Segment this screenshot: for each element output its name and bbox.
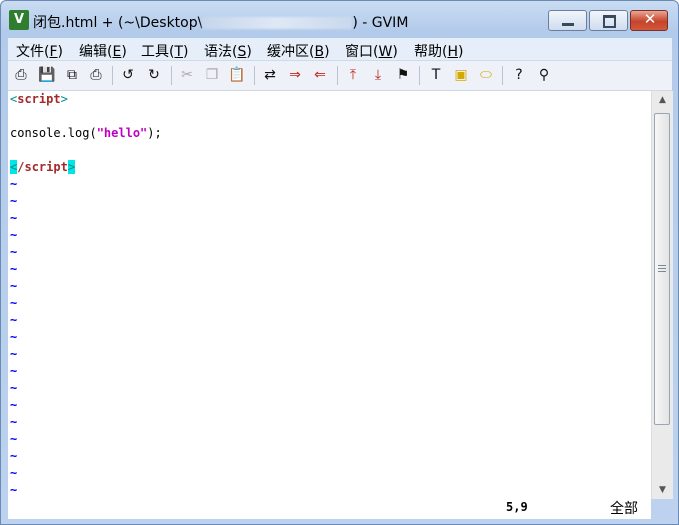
toolbar: ⎙ 💾 ⧉ ⎙ ↺ ↻ ✂ ❐ 📋 ⇄ ⇒ ⇐ ⤒ ⤓ ⚑ T ▣ ⬭ ? ⚲ [8, 61, 672, 91]
replace-icon[interactable]: ⇄ [260, 65, 280, 85]
blurred-path [202, 17, 353, 29]
menu-edit[interactable]: 编辑(E) [79, 41, 127, 61]
toolbar-separator [337, 66, 338, 85]
title-bar[interactable]: V 闭包.html + (~\Desktop\ ) - GVIM ✕ [1, 1, 678, 37]
menu-syntax[interactable]: 语法(S) [204, 41, 252, 61]
toolbar-separator [171, 66, 172, 85]
empty-line-marker: ~ [10, 415, 18, 429]
toolbar-separator [254, 66, 255, 85]
menu-window[interactable]: 窗口(W) [345, 41, 398, 61]
empty-line-marker: ~ [10, 279, 18, 293]
menu-bar: 文件(F) 编辑(E) 工具(T) 语法(S) 缓冲区(B) 窗口(W) 帮助(… [8, 38, 672, 61]
empty-line-marker: ~ [10, 313, 18, 327]
tag-jump-icon[interactable]: ⬭ [476, 65, 496, 85]
minimize-icon [562, 23, 574, 26]
vertical-scrollbar[interactable]: ▲ ▼ [651, 91, 673, 499]
window-title-prefix: 闭包.html + (~\Desktop\ [33, 15, 203, 31]
open-file-icon[interactable]: ⎙ [11, 65, 31, 85]
menu-file[interactable]: 文件(F) [16, 41, 63, 61]
scroll-up-icon[interactable]: ▲ [652, 91, 673, 109]
status-line: 5,9 全部 [8, 499, 651, 519]
print-icon[interactable]: ⎙ [86, 65, 106, 85]
window-title: 闭包.html + (~\Desktop\ ) - GVIM [33, 12, 408, 32]
code-line-1: <script> [10, 92, 68, 106]
copy-icon[interactable]: ❐ [202, 65, 222, 85]
cursor-position: 5,9 [506, 500, 528, 514]
find-prev-icon[interactable]: ⇐ [310, 65, 330, 85]
save-session-icon[interactable]: ⤓ [368, 65, 388, 85]
window-title-suffix: ) - GVIM [352, 15, 409, 31]
scroll-down-icon[interactable]: ▼ [652, 481, 673, 499]
text-editor-area[interactable]: <script> console.log("hello"); </script>… [8, 91, 651, 499]
maximize-icon [603, 15, 616, 28]
gvim-window: V 闭包.html + (~\Desktop\ ) - GVIM ✕ 文件(F) … [0, 0, 679, 525]
empty-line-marker: ~ [10, 432, 18, 446]
menu-help[interactable]: 帮助(H) [414, 41, 463, 61]
make-icon[interactable]: T [426, 65, 446, 85]
redo-icon[interactable]: ↻ [144, 65, 164, 85]
empty-line-marker: ~ [10, 347, 18, 361]
maximize-button[interactable] [589, 10, 628, 31]
minimize-button[interactable] [548, 10, 587, 31]
load-session-icon[interactable]: ⤒ [343, 65, 363, 85]
empty-line-marker: ~ [10, 466, 18, 480]
close-icon: ✕ [643, 10, 657, 28]
toolbar-separator [112, 66, 113, 85]
cut-icon[interactable]: ✂ [177, 65, 197, 85]
empty-line-marker: ~ [10, 364, 18, 378]
code-line-5: </script> [10, 160, 76, 174]
toolbar-separator [502, 66, 503, 85]
close-button[interactable]: ✕ [630, 10, 668, 31]
find-next-icon[interactable]: ⇒ [285, 65, 305, 85]
scrollbar-thumb[interactable] [654, 113, 670, 425]
empty-line-marker: ~ [10, 211, 18, 225]
scroll-position: 全部 [610, 501, 638, 517]
toolbar-separator [419, 66, 420, 85]
help-icon[interactable]: ? [509, 65, 529, 85]
empty-line-marker: ~ [10, 194, 18, 208]
menu-tools[interactable]: 工具(T) [141, 41, 189, 61]
empty-line-marker: ~ [10, 262, 18, 276]
empty-line-marker: ~ [10, 483, 18, 497]
menu-buffers[interactable]: 缓冲区(B) [267, 41, 330, 61]
save-icon[interactable]: 💾 [37, 65, 57, 85]
code-line-3: console.log("hello"); [10, 126, 162, 140]
vim-app-icon[interactable]: V [9, 10, 29, 30]
empty-line-marker: ~ [10, 177, 18, 191]
empty-line-marker: ~ [10, 245, 18, 259]
empty-line-marker: ~ [10, 381, 18, 395]
paste-icon[interactable]: 📋 [227, 65, 247, 85]
empty-line-marker: ~ [10, 398, 18, 412]
shell-icon[interactable]: ▣ [451, 65, 471, 85]
empty-line-marker: ~ [10, 449, 18, 463]
empty-line-marker: ~ [10, 296, 18, 310]
save-all-icon[interactable]: ⧉ [62, 65, 82, 85]
undo-icon[interactable]: ↺ [118, 65, 138, 85]
empty-line-marker: ~ [10, 330, 18, 344]
find-help-icon[interactable]: ⚲ [534, 65, 554, 85]
scrollbar-grip [658, 265, 666, 272]
run-script-icon[interactable]: ⚑ [393, 65, 413, 85]
matching-bracket: > [67, 160, 76, 174]
empty-line-marker: ~ [10, 228, 18, 242]
